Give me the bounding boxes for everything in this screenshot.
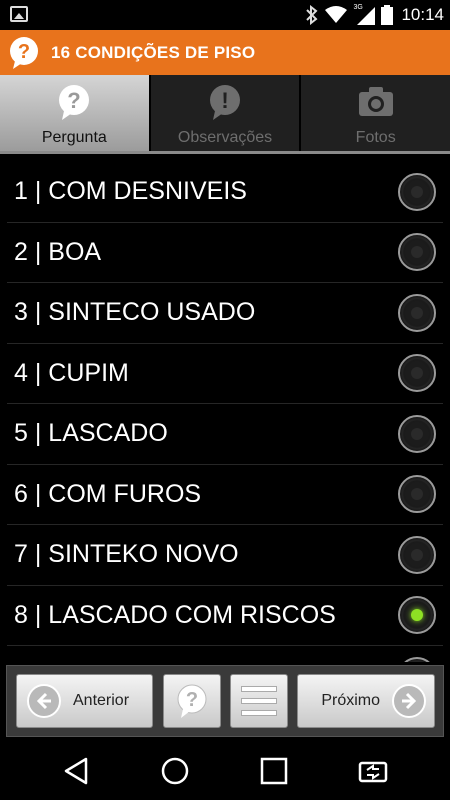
list-item[interactable]: 3 | SINTECO USADO bbox=[7, 283, 443, 344]
question-icon: ? bbox=[10, 36, 38, 69]
action-bar: ? 16 CONDIÇÕES DE PISO bbox=[0, 30, 450, 75]
option-label: 8 | LASCADO COM RISCOS bbox=[14, 600, 336, 629]
tab-label: Observações bbox=[177, 129, 273, 146]
radio-button[interactable] bbox=[398, 293, 436, 332]
radio-button[interactable] bbox=[398, 172, 436, 211]
page-title: 16 CONDIÇÕES DE PISO bbox=[51, 42, 256, 62]
bottom-toolbar: Anterior ? Próximo bbox=[6, 665, 444, 737]
home-icon[interactable] bbox=[159, 755, 191, 787]
clock: 10:14 bbox=[401, 5, 444, 24]
list-item[interactable]: 4 | CUPIM bbox=[7, 344, 443, 404]
radio-button[interactable] bbox=[398, 657, 436, 662]
switch-app-icon[interactable] bbox=[357, 755, 389, 787]
battery-icon bbox=[381, 5, 394, 25]
svg-text:?: ? bbox=[68, 88, 81, 113]
svg-text:?: ? bbox=[18, 41, 30, 63]
question-icon: ? bbox=[177, 684, 207, 718]
radio-button[interactable] bbox=[398, 535, 436, 574]
radio-dot bbox=[411, 367, 423, 380]
option-label: 1 | COM DESNIVEIS bbox=[14, 177, 247, 206]
tab-divider bbox=[0, 151, 450, 154]
radio-dot bbox=[411, 185, 423, 198]
radio-button-selected[interactable] bbox=[398, 596, 436, 635]
option-label: 4 | CUPIM bbox=[14, 358, 129, 387]
back-icon[interactable] bbox=[60, 755, 92, 787]
image-notification-icon bbox=[10, 6, 28, 22]
option-label: 7 | SINTEKO NOVO bbox=[14, 540, 239, 569]
list-item[interactable]: 7 | SINTEKO NOVO bbox=[7, 525, 443, 586]
radio-dot bbox=[411, 246, 423, 259]
option-label: 5 | LASCADO bbox=[14, 419, 168, 448]
help-button[interactable]: ? bbox=[163, 674, 221, 728]
radio-button[interactable] bbox=[398, 354, 436, 393]
tab-pergunta[interactable]: ? Pergunta bbox=[0, 75, 149, 153]
radio-dot bbox=[411, 609, 423, 622]
next-label: Próximo bbox=[321, 692, 380, 709]
exclamation-icon: ! bbox=[210, 85, 240, 120]
list-item[interactable]: 2 | BOA bbox=[7, 223, 443, 283]
cell-signal-icon: 3G bbox=[353, 4, 376, 25]
list-item[interactable]: 8 | LASCADO COM RISCOS bbox=[7, 586, 443, 646]
svg-text:?: ? bbox=[186, 689, 198, 711]
menu-icon bbox=[241, 686, 277, 716]
tab-observacoes[interactable]: ! Observações bbox=[148, 75, 300, 153]
bluetooth-icon bbox=[306, 5, 318, 25]
tab-fotos[interactable]: Fotos bbox=[299, 75, 450, 153]
menu-button[interactable] bbox=[230, 674, 288, 728]
arrow-left-icon bbox=[27, 684, 61, 718]
radio-button[interactable] bbox=[398, 233, 436, 272]
radio-dot bbox=[411, 488, 423, 501]
tab-bar: ? Pergunta ! Observações Fotos bbox=[0, 75, 450, 153]
list-item[interactable]: 1 | COM DESNIVEIS bbox=[7, 162, 443, 223]
camera-icon bbox=[358, 87, 393, 116]
options-list[interactable]: 1 | COM DESNIVEIS 2 | BOA 3 | SINTECO US… bbox=[0, 162, 450, 662]
status-icons: 3G 10:14 bbox=[305, 4, 444, 26]
previous-button[interactable]: Anterior bbox=[16, 674, 153, 728]
radio-dot bbox=[411, 427, 423, 440]
next-button[interactable]: Próximo bbox=[297, 674, 435, 728]
option-label: 2 | BOA bbox=[14, 237, 102, 266]
question-icon: ? bbox=[59, 85, 90, 120]
wifi-icon bbox=[325, 6, 348, 23]
tab-label: Fotos bbox=[355, 129, 396, 146]
tab-label: Pergunta bbox=[41, 129, 107, 146]
radio-dot bbox=[411, 548, 423, 561]
list-item-partial[interactable] bbox=[7, 646, 443, 662]
status-bar: 3G 10:14 bbox=[0, 0, 450, 30]
navigation-bar bbox=[0, 742, 450, 800]
arrow-right-icon bbox=[392, 684, 426, 718]
option-label: 3 | SINTECO USADO bbox=[14, 298, 256, 327]
radio-dot bbox=[411, 306, 423, 319]
radio-button[interactable] bbox=[398, 414, 436, 453]
list-item[interactable]: 6 | COM FUROS bbox=[7, 465, 443, 525]
svg-text:!: ! bbox=[221, 88, 228, 113]
option-label: 6 | COM FUROS bbox=[14, 479, 202, 508]
recents-icon[interactable] bbox=[258, 755, 290, 787]
previous-label: Anterior bbox=[73, 692, 130, 709]
radio-button[interactable] bbox=[398, 475, 436, 514]
list-item[interactable]: 5 | LASCADO bbox=[7, 404, 443, 465]
